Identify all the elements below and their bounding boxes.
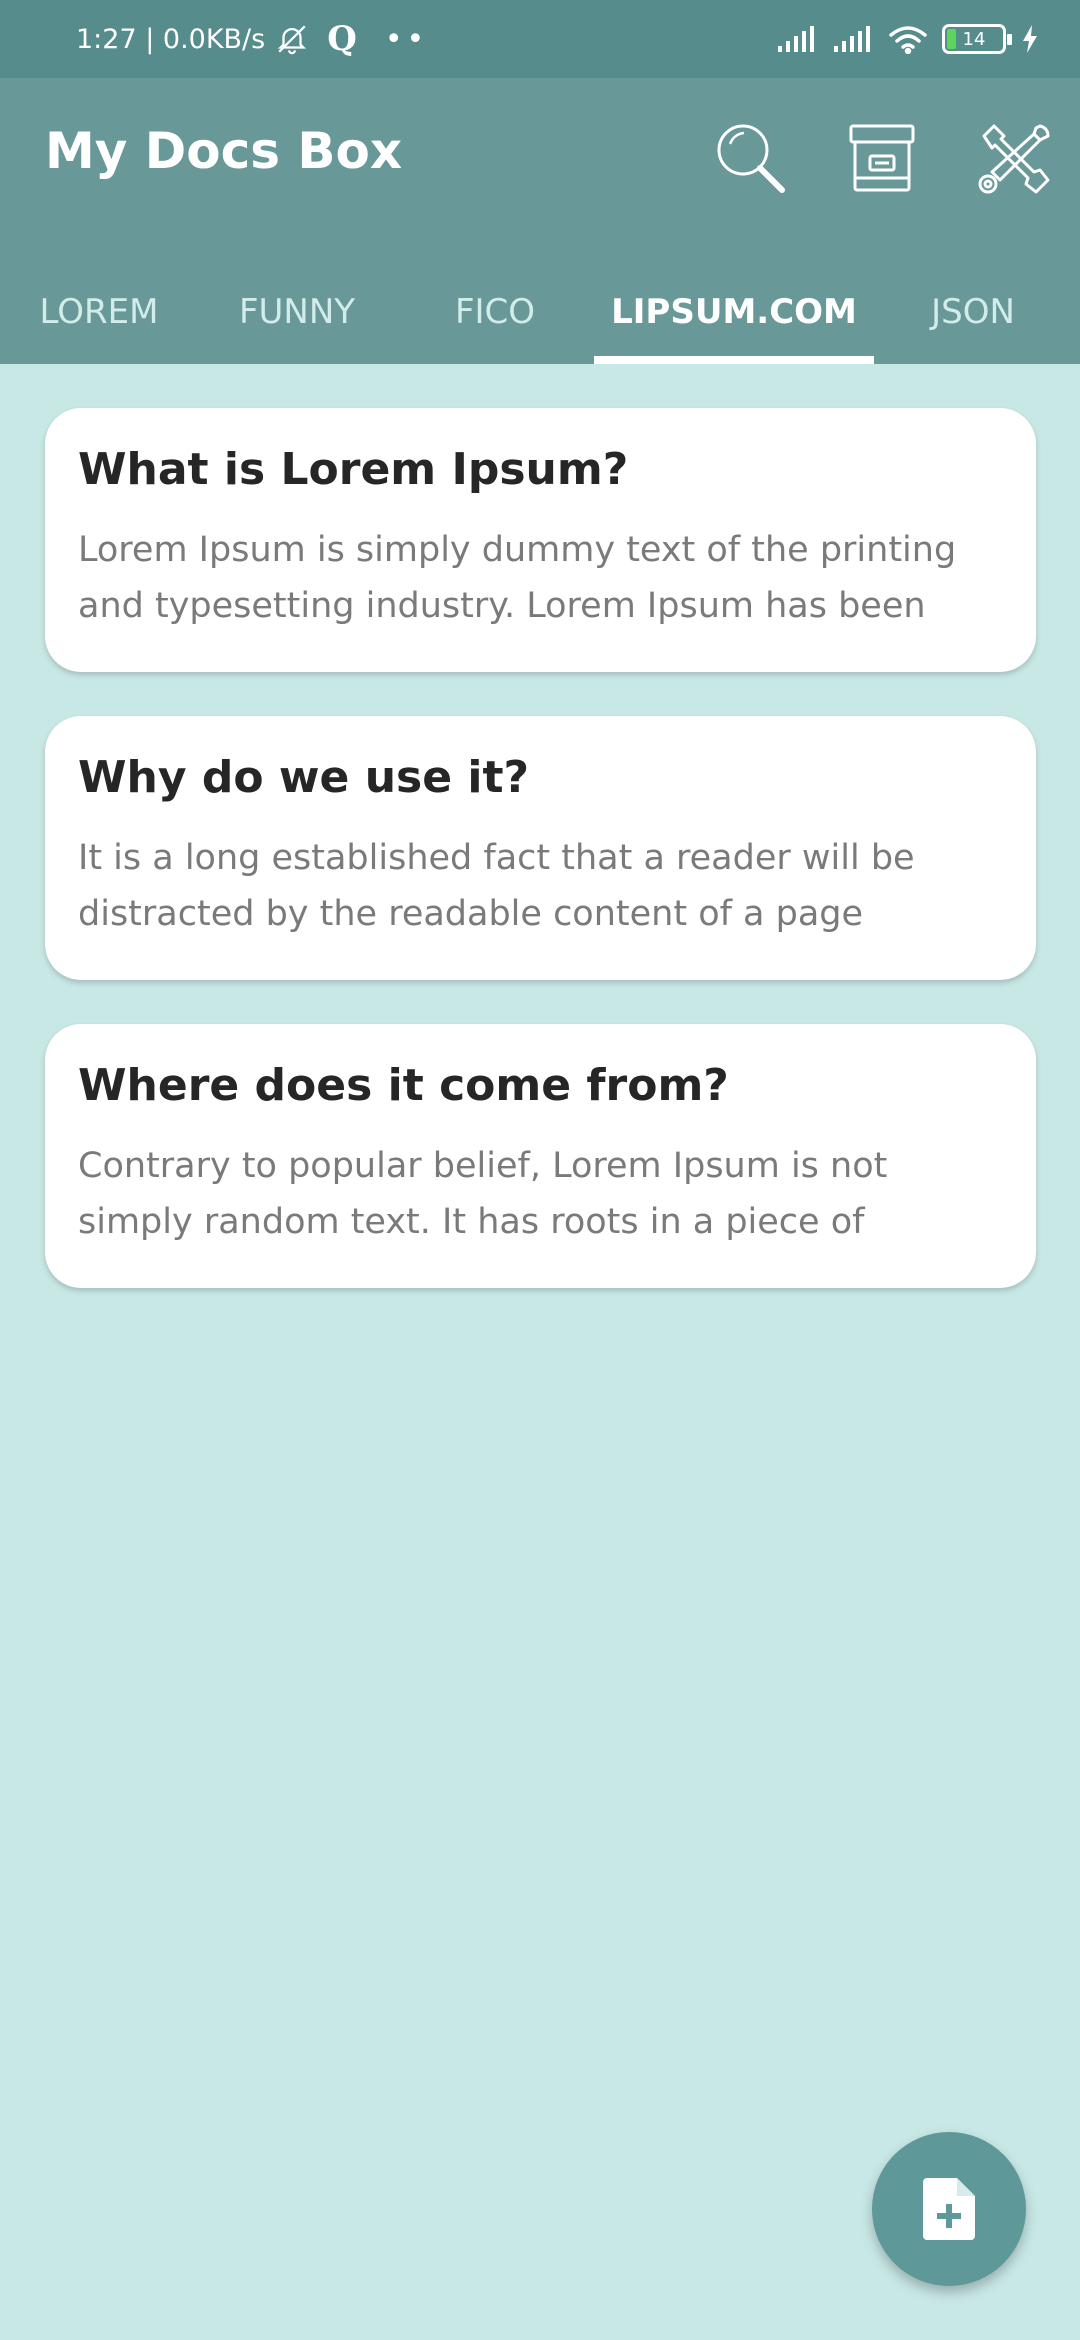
tools-icon[interactable] xyxy=(974,118,1054,198)
document-card[interactable]: Where does it come from? Contrary to pop… xyxy=(45,1024,1036,1288)
battery-level: 14 xyxy=(962,28,986,50)
tab-fico[interactable]: FICO xyxy=(396,260,594,364)
app-bar: My Docs Box LOREM FUNNY FICO LIPSUM.COM … xyxy=(0,78,1080,364)
tab-indicator xyxy=(594,356,874,364)
signal-icon xyxy=(778,26,814,52)
signal-icon xyxy=(834,26,870,52)
document-card[interactable]: Why do we use it? It is a long establish… xyxy=(45,716,1036,980)
document-card-title: Where does it come from? xyxy=(78,1060,729,1111)
tab-bar: LOREM FUNNY FICO LIPSUM.COM JSON xyxy=(0,260,1080,364)
search-icon[interactable] xyxy=(710,118,790,198)
document-card[interactable]: What is Lorem Ipsum? Lorem Ipsum is simp… xyxy=(45,408,1036,672)
status-bar: 1:27 | 0.0KB/s Q •• 14 xyxy=(0,0,1080,78)
document-card-preview: Contrary to popular belief, Lorem Ipsum … xyxy=(78,1146,888,1242)
wifi-icon xyxy=(889,26,927,54)
status-right: 14 xyxy=(776,24,1040,54)
tab-lorem[interactable]: LOREM xyxy=(0,260,198,364)
tab-json[interactable]: JSON xyxy=(874,260,1072,364)
tab-funny[interactable]: FUNNY xyxy=(198,260,396,364)
app-title: My Docs Box xyxy=(45,122,403,180)
document-card-preview: It is a long established fact that a rea… xyxy=(78,838,915,934)
add-document-button[interactable] xyxy=(872,2132,1026,2286)
document-list: What is Lorem Ipsum? Lorem Ipsum is simp… xyxy=(45,408,1036,1332)
bell-off-icon xyxy=(278,25,307,55)
more-notifications-icon: •• xyxy=(384,21,429,57)
document-card-title: What is Lorem Ipsum? xyxy=(78,444,629,495)
status-left: 1:27 | 0.0KB/s Q •• xyxy=(76,19,428,59)
add-document-icon xyxy=(923,2178,975,2240)
charging-icon xyxy=(1023,25,1037,53)
document-card-preview: Lorem Ipsum is simply dummy text of the … xyxy=(78,530,957,626)
battery-icon: 14 xyxy=(942,24,1012,54)
archive-icon[interactable] xyxy=(842,118,922,198)
q-app-icon: Q xyxy=(327,19,357,59)
tab-lipsum-com[interactable]: LIPSUM.COM xyxy=(594,260,874,364)
document-card-title: Why do we use it? xyxy=(78,752,530,803)
status-time-speed: 1:27 | 0.0KB/s xyxy=(76,23,266,55)
